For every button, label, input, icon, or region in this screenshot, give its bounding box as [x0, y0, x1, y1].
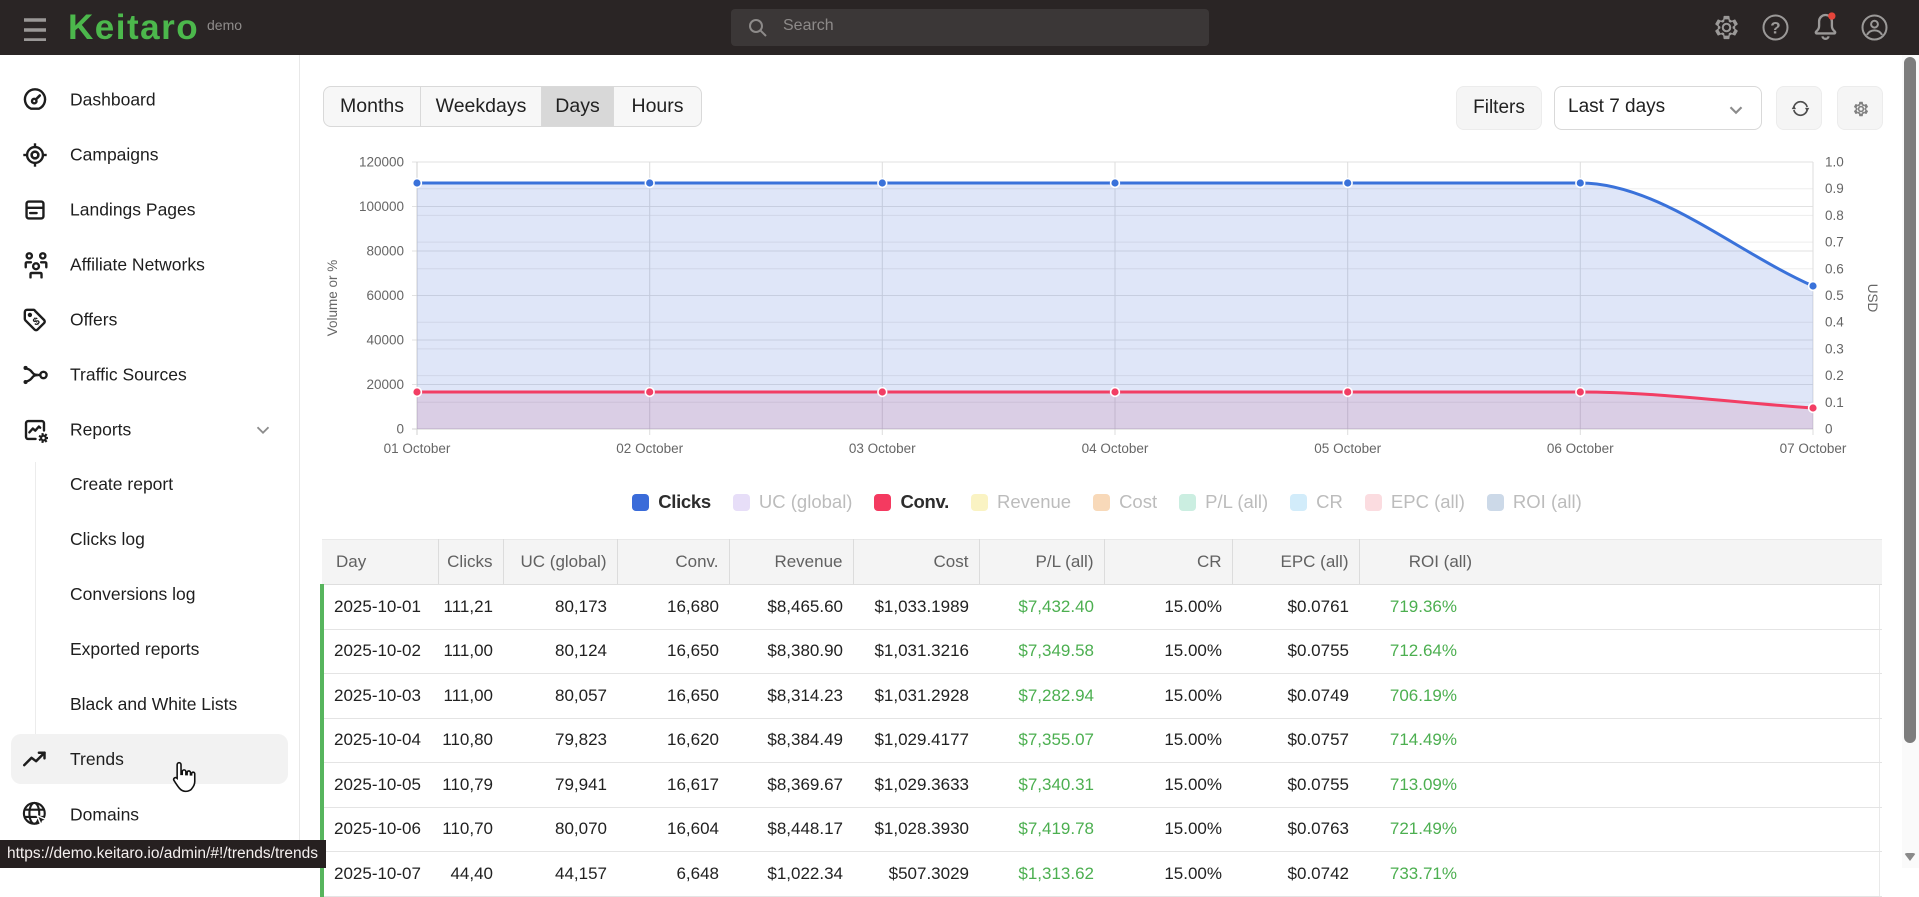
svg-text:06 October: 06 October: [1547, 441, 1614, 456]
svg-text:04 October: 04 October: [1082, 441, 1149, 456]
svg-text:60000: 60000: [366, 288, 404, 303]
svg-text:?: ?: [1770, 19, 1780, 38]
svg-text:20000: 20000: [366, 377, 404, 392]
svg-text:0.5: 0.5: [1825, 288, 1844, 303]
svg-text:03 October: 03 October: [849, 441, 916, 456]
svg-text:07 October: 07 October: [1780, 441, 1847, 456]
svg-text:40000: 40000: [366, 333, 404, 348]
svg-text:0.7: 0.7: [1825, 235, 1844, 250]
svg-text:Volume or %: Volume or %: [325, 260, 340, 337]
svg-text:0.8: 0.8: [1825, 208, 1844, 223]
svg-text:0.6: 0.6: [1825, 261, 1844, 276]
svg-text:0.3: 0.3: [1825, 341, 1844, 356]
svg-text:USD: USD: [1865, 284, 1880, 313]
svg-text:05 October: 05 October: [1314, 441, 1381, 456]
svg-text:01 October: 01 October: [384, 441, 451, 456]
svg-text:02 October: 02 October: [616, 441, 683, 456]
svg-text:120000: 120000: [359, 155, 404, 170]
svg-text:1.0: 1.0: [1825, 155, 1844, 170]
svg-text:0.1: 0.1: [1825, 395, 1844, 410]
svg-text:0: 0: [1825, 422, 1833, 437]
svg-text:0.4: 0.4: [1825, 315, 1844, 330]
svg-text:80000: 80000: [366, 244, 404, 259]
svg-text:0.9: 0.9: [1825, 181, 1844, 196]
svg-text:0.2: 0.2: [1825, 368, 1844, 383]
svg-text:0: 0: [396, 422, 404, 437]
svg-text:100000: 100000: [359, 199, 404, 214]
